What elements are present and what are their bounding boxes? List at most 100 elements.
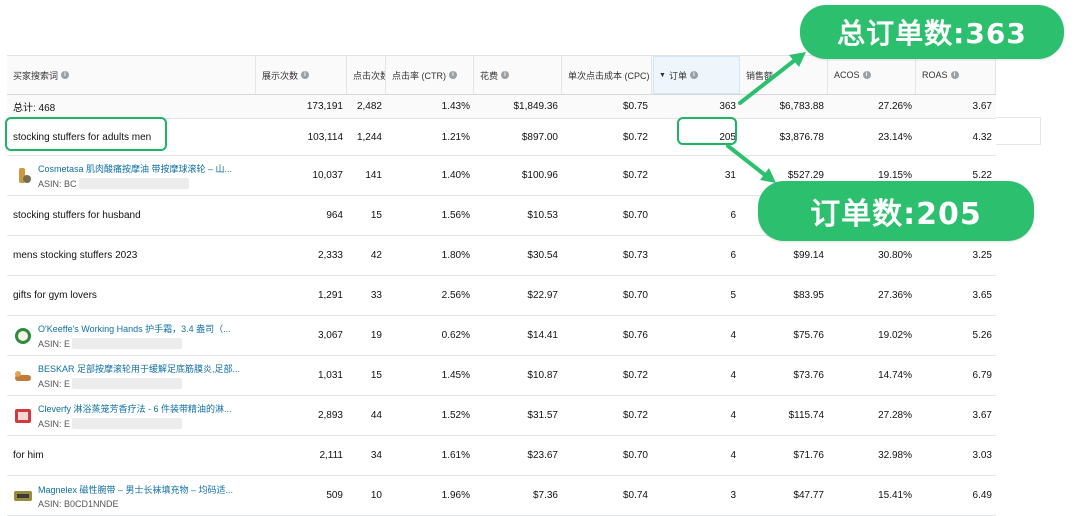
- total-sales: $6,783.88: [779, 101, 825, 112]
- table-header: 买家搜索词 i 展示次数 i 点击次数 点击率 (CTR) i 花费 i 单次点击成本 …: [7, 55, 996, 95]
- cell-spend: $10.87: [527, 370, 558, 381]
- cell-acos: 27.28%: [878, 410, 912, 421]
- redacted-block: [78, 178, 189, 189]
- info-icon[interactable]: i: [689, 71, 698, 79]
- cell-spend: $7.36: [532, 490, 558, 501]
- cell-impressions: 2,333: [317, 250, 343, 261]
- product-thumbnail: [15, 370, 31, 381]
- orders-badge: 订单数:205: [758, 181, 1034, 241]
- cell-sales: $3,876.78: [779, 131, 825, 143]
- table-row[interactable]: for him 2,111 34 1.61% $23.67 $0.70 4 $7…: [7, 436, 996, 476]
- header-cpc[interactable]: 单次点击成本 (CPC): [563, 56, 652, 94]
- cell-spend: $22.97: [527, 290, 558, 301]
- row-extension-border: [996, 117, 1041, 145]
- cell-spend: $100.96: [521, 170, 558, 181]
- header-spend[interactable]: 花费 i: [475, 56, 562, 94]
- product-asin: ASIN: E: [38, 338, 231, 349]
- cell-orders: 4: [730, 370, 736, 381]
- cell-roas: 3.65: [972, 290, 992, 301]
- info-icon[interactable]: i: [301, 71, 310, 79]
- product-asin: ASIN: BC: [38, 178, 232, 189]
- cell-clicks: 42: [370, 250, 382, 261]
- cell-impressions: 2,893: [317, 410, 343, 421]
- table-row[interactable]: gifts for gym lovers 1,291 33 2.56% $22.…: [7, 276, 996, 316]
- cell-orders: 4: [730, 330, 736, 341]
- cell-spend: $10.53: [527, 210, 558, 221]
- product-link[interactable]: Magnelex 磁性腕带 – 男士长袜填充物 – 均码适...: [38, 483, 233, 496]
- sort-desc-icon: ▼: [659, 71, 666, 79]
- cell-acos: 14.74%: [878, 370, 912, 381]
- cell-clicks: 15: [370, 370, 382, 381]
- info-icon[interactable]: i: [950, 71, 959, 79]
- product-link[interactable]: O'Keeffe's Working Hands 护手霜，3.4 盎司（...: [38, 322, 231, 335]
- table-row[interactable]: O'Keeffe's Working Hands 护手霜，3.4 盎司（... …: [7, 316, 996, 356]
- cell-acos: 23.14%: [878, 131, 912, 143]
- product-asin: ASIN: B0CD1NNDE: [38, 498, 119, 509]
- cell-cpc: $0.72: [622, 170, 648, 181]
- product-link[interactable]: Cleverfy 淋浴蒸笼芳香疗法 - 6 件装带精油的淋...: [38, 402, 232, 415]
- cell-clicks: 141: [365, 170, 382, 181]
- table-row[interactable]: mens stocking stuffers 2023 2,333 42 1.8…: [7, 236, 996, 276]
- cell-cpc: $0.74: [622, 490, 648, 501]
- header-clicks[interactable]: 点击次数: [348, 56, 386, 94]
- header-acos[interactable]: ACOS i: [829, 56, 916, 94]
- cell-sales: $73.76: [793, 370, 824, 381]
- cell-acos: 32.98%: [878, 450, 912, 461]
- total-label: 总计: 468: [13, 103, 56, 114]
- cell-sales: $99.14: [793, 250, 824, 261]
- cell-sales: $115.74: [788, 410, 824, 421]
- cell-impressions: 964: [326, 210, 343, 221]
- total-clicks: 2,482: [356, 101, 382, 112]
- search-term[interactable]: stocking stuffers for husband: [7, 196, 256, 235]
- cell-cpc: $0.72: [622, 410, 648, 421]
- cell-acos: 30.80%: [878, 250, 912, 261]
- table-row[interactable]: Cleverfy 淋浴蒸笼芳香疗法 - 6 件装带精油的淋... ASIN: E…: [7, 396, 996, 436]
- cell-impressions: 103,114: [307, 131, 343, 143]
- cell-orders: 5: [730, 290, 736, 301]
- cell-ctr: 2.56%: [441, 290, 470, 301]
- cell-ctr: 1.21%: [441, 131, 470, 143]
- cell-impressions: 10,037: [312, 170, 343, 181]
- info-icon[interactable]: i: [449, 71, 457, 79]
- info-icon[interactable]: i: [862, 71, 871, 79]
- product-asin: ASIN: E: [38, 418, 232, 429]
- search-term[interactable]: mens stocking stuffers 2023: [7, 236, 256, 275]
- header-impressions[interactable]: 展示次数 i: [257, 56, 347, 94]
- table-row[interactable]: Magnelex 磁性腕带 – 男士长袜填充物 – 均码适... ASIN: B…: [7, 476, 996, 516]
- product-link[interactable]: Cosmetasa 肌肉酸痛按摩油 带按摩球滚轮 – 山...: [38, 162, 232, 175]
- total-roas: 3.67: [972, 101, 992, 112]
- cell-sales: $47.77: [793, 490, 824, 501]
- header-search-term[interactable]: 买家搜索词 i: [7, 56, 256, 94]
- cell-clicks: 33: [370, 290, 382, 301]
- cell-orders: 31: [724, 170, 736, 181]
- cell-clicks: 19: [370, 330, 382, 341]
- product-link[interactable]: BESKAR 足部按摩滚轮用于缓解足底筋膜炎,足部...: [38, 362, 240, 375]
- redacted-block: [72, 338, 183, 349]
- cell-orders: 4: [730, 450, 736, 461]
- cell-roas: 3.03: [972, 450, 992, 461]
- header-roas[interactable]: ROAS i: [917, 56, 996, 94]
- cell-cpc: $0.72: [622, 131, 648, 143]
- redacted-block: [72, 378, 183, 389]
- product-thumbnail: [14, 490, 32, 501]
- cell-acos: 15.41%: [878, 490, 912, 501]
- info-icon[interactable]: i: [501, 71, 510, 79]
- total-impressions: 173,191: [306, 101, 343, 112]
- header-ctr[interactable]: 点击率 (CTR) i: [387, 56, 474, 94]
- cell-cpc: $0.70: [622, 290, 648, 301]
- header-sales[interactable]: 销售额: [741, 56, 828, 94]
- cell-sales: $71.76: [793, 450, 824, 461]
- table-row[interactable]: BESKAR 足部按摩滚轮用于缓解足底筋膜炎,足部... ASIN: E 1,0…: [7, 356, 996, 396]
- cell-ctr: 1.52%: [441, 410, 470, 421]
- cell-clicks: 15: [370, 210, 382, 221]
- info-icon[interactable]: i: [61, 71, 70, 79]
- total-spend: $1,849.36: [513, 101, 559, 112]
- cell-spend: $23.67: [527, 450, 558, 461]
- cell-cpc: $0.70: [622, 450, 648, 461]
- cell-impressions: 509: [326, 490, 343, 501]
- cell-spend: $897.00: [521, 131, 558, 143]
- header-orders[interactable]: ▼ 订单 i: [653, 56, 740, 94]
- search-term[interactable]: for him: [7, 436, 256, 475]
- total-orders: 363: [719, 101, 736, 112]
- search-term[interactable]: gifts for gym lovers: [7, 276, 256, 315]
